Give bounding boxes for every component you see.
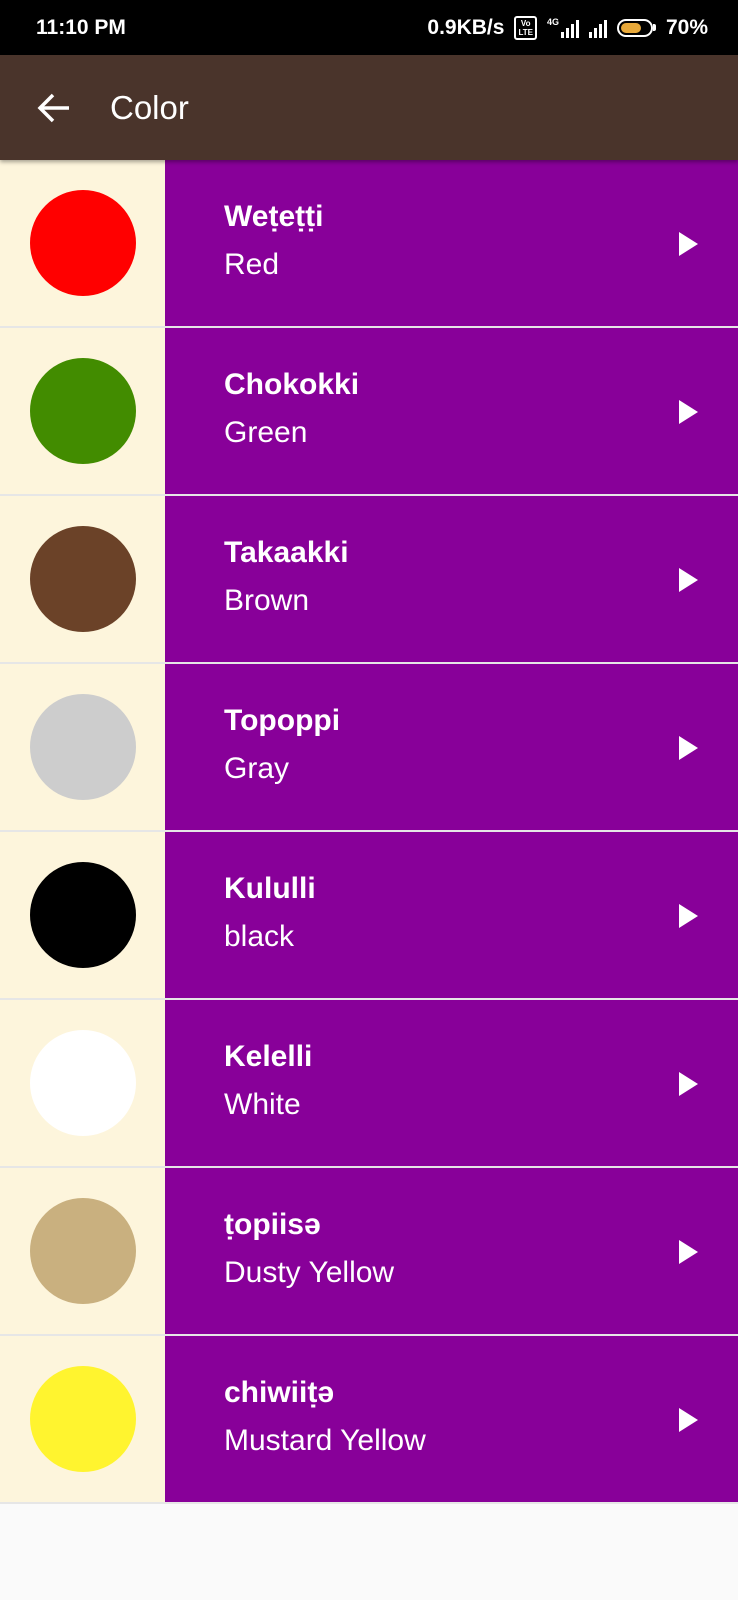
signal-4g-icon: 4G — [546, 16, 579, 38]
play-arrow-icon[interactable] — [679, 1072, 698, 1096]
swatch-cell — [0, 328, 165, 494]
color-swatch — [29, 358, 136, 464]
list-item[interactable]: Topoppi Gray — [0, 664, 738, 832]
battery-fill — [620, 22, 641, 33]
arrow-left-icon — [37, 93, 69, 122]
native-word: Weṭeṭṭi — [224, 200, 324, 233]
network-type: 4G — [546, 16, 559, 27]
list-item[interactable]: Takaakki Brown — [0, 496, 738, 664]
english-word: black — [224, 920, 295, 953]
color-swatch — [29, 862, 136, 968]
play-arrow-icon[interactable] — [679, 1240, 698, 1264]
page-title: Color — [110, 88, 189, 126]
play-arrow-icon[interactable] — [679, 1408, 698, 1432]
native-word: Chokokki — [224, 368, 360, 401]
swatch-cell — [0, 496, 165, 662]
native-word: Topoppi — [224, 704, 341, 737]
word-cell: ṭopiisə Dusty Yellow — [165, 1168, 738, 1334]
list-item[interactable]: Chokokki Green — [0, 328, 738, 496]
color-list: Weṭeṭṭi Red Chokokki Green Takaakki Brown Topo… — [0, 160, 738, 1504]
status-time: 11:10 PM — [36, 15, 126, 39]
native-word: Takaakki — [224, 536, 349, 569]
swatch-cell — [0, 664, 165, 830]
swatch-cell — [0, 160, 165, 326]
word-cell: Takaakki Brown — [165, 496, 738, 662]
list-item[interactable]: ṭopiisə Dusty Yellow — [0, 1168, 738, 1336]
list-item[interactable]: Kelelli White — [0, 1000, 738, 1168]
color-swatch — [29, 1030, 136, 1136]
play-arrow-icon[interactable] — [679, 232, 698, 256]
word-cell: Kelelli White — [165, 1000, 738, 1166]
swatch-cell — [0, 1000, 165, 1166]
native-word: Kelelli — [224, 1040, 313, 1073]
english-word: Dusty Yellow — [224, 1256, 395, 1289]
color-swatch — [29, 1198, 136, 1304]
list-item[interactable]: Kululli black — [0, 832, 738, 1000]
english-word: Mustard Yellow — [224, 1424, 426, 1457]
swatch-cell — [0, 1168, 165, 1334]
battery-percent: 70% — [665, 15, 708, 39]
list-item[interactable]: Weṭeṭṭi Red — [0, 160, 738, 328]
play-arrow-icon[interactable] — [679, 568, 698, 592]
status-indicators: 0.9KB/s Vo LTE 4G 70% — [427, 15, 708, 40]
word-cell: Weṭeṭṭi Red — [165, 160, 738, 326]
word-cell: Kululli black — [165, 832, 738, 998]
back-button[interactable] — [34, 88, 74, 128]
native-word: Kululli — [224, 872, 316, 905]
english-word: Red — [224, 248, 280, 281]
swatch-cell — [0, 832, 165, 998]
battery-icon — [616, 18, 656, 37]
swatch-cell — [0, 1336, 165, 1502]
native-word: ṭopiisə — [224, 1208, 321, 1241]
play-arrow-icon[interactable] — [679, 736, 698, 760]
play-arrow-icon[interactable] — [679, 400, 698, 424]
play-arrow-icon[interactable] — [679, 904, 698, 928]
word-cell: chiwiiṭə Mustard Yellow — [165, 1336, 738, 1502]
app-bar: Color — [0, 55, 738, 160]
status-bar: 11:10 PM 0.9KB/s Vo LTE 4G 70% — [0, 0, 738, 55]
list-item[interactable]: chiwiiṭə Mustard Yellow — [0, 1336, 738, 1504]
color-swatch — [29, 1366, 136, 1472]
native-word: chiwiiṭə — [224, 1376, 335, 1409]
color-swatch — [29, 526, 136, 632]
network-speed: 0.9KB/s — [427, 15, 505, 39]
english-word: White — [224, 1088, 301, 1121]
english-word: Gray — [224, 752, 290, 785]
color-swatch — [29, 694, 136, 800]
signal-icon — [588, 18, 607, 38]
english-word: Green — [224, 416, 308, 449]
word-cell: Topoppi Gray — [165, 664, 738, 830]
color-swatch — [29, 190, 136, 296]
word-cell: Chokokki Green — [165, 328, 738, 494]
english-word: Brown — [224, 584, 310, 617]
volte-icon: Vo LTE — [514, 15, 537, 40]
